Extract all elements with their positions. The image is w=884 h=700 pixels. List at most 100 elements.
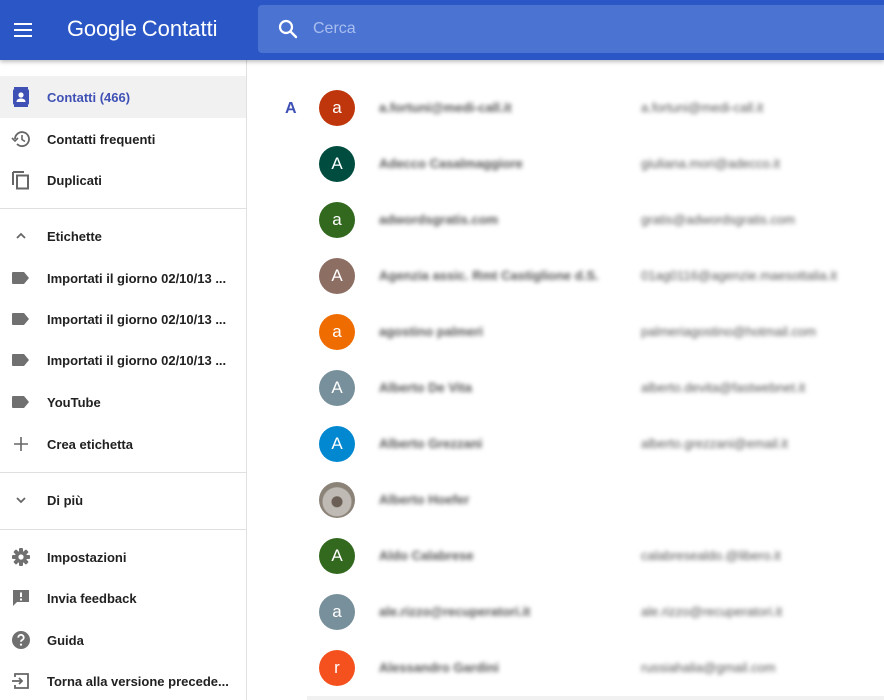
- contact-email: gratis@adwordsgratis.com: [641, 212, 796, 227]
- logo-google: Google: [67, 16, 137, 41]
- contact-row[interactable]: Alberto Hoefer: [307, 472, 884, 528]
- contact-row[interactable]: A Agenzia assic. Rmt Castiglione d.S. 01ag…: [307, 248, 884, 304]
- sidebar-item-label: YouTube: [47, 394, 101, 410]
- contacts-list: A a a.fortuni@medi-call.it a.fortuni@medi-…: [247, 60, 884, 700]
- contact-avatar: A: [319, 426, 355, 462]
- more-toggle[interactable]: Di più: [0, 479, 246, 521]
- contact-avatar: r: [319, 650, 355, 686]
- sidebar-item-label: Duplicati: [47, 172, 102, 188]
- contact-row[interactable]: A Adecco Casalmaggiore giuliana.mori@adecc…: [307, 136, 884, 192]
- feedback-icon: [11, 588, 31, 608]
- contact-name: Alberto De Vita: [379, 380, 472, 395]
- sidebar-label-item[interactable]: Importati il giorno 02/10/13 ...: [0, 298, 246, 340]
- contact-row[interactable]: A Aldo Calabrese calabresealdo.@libero.it: [307, 528, 884, 584]
- contact-name: Adecco Casalmaggiore: [379, 156, 523, 171]
- sidebar-divider: [0, 472, 246, 473]
- label-icon: [11, 350, 31, 370]
- contact-name: Alberto Grezzani: [379, 436, 483, 451]
- sidebar: Contatti (466) Contatti frequenti Duplic…: [0, 60, 247, 700]
- sidebar-item-label: Contatti frequenti: [47, 131, 156, 147]
- contact-email: ale.rizzo@recuperatori.it: [641, 604, 783, 619]
- logo-product: Contatti: [141, 16, 218, 41]
- contact-email: russiahalia@gmail.com: [641, 660, 776, 675]
- plus-icon: [11, 434, 31, 454]
- labels-section-toggle[interactable]: Etichette: [0, 215, 246, 257]
- sidebar-item-contacts[interactable]: Contatti (466): [0, 76, 246, 118]
- sidebar-item-label: Torna alla versione precede...: [47, 673, 229, 689]
- contact-email: palmeriagostino@hotmail.com: [641, 324, 817, 339]
- sidebar-divider: [0, 208, 246, 209]
- contact-email: 01ag0116@agenzie.maesottalia.it: [641, 268, 837, 283]
- contact-avatar: A: [319, 370, 355, 406]
- contact-email: alberto.grezzani@email.it: [641, 436, 788, 451]
- sidebar-item-label: Crea etichetta: [47, 436, 133, 452]
- duplicate-icon: [11, 170, 31, 190]
- chevron-up-icon: [11, 226, 31, 246]
- contact-avatar: A: [319, 146, 355, 182]
- contact-email: calabresealdo.@libero.it: [641, 548, 781, 563]
- sidebar-item-label: Di più: [47, 492, 84, 508]
- contact-email: a.fortuni@medi-call.it: [641, 100, 764, 115]
- contact-name: Agenzia assic. Rmt Castiglione d.S.: [379, 268, 599, 283]
- contact-name: Alberto Hoefer: [379, 492, 470, 507]
- gear-icon: [11, 547, 31, 567]
- sidebar-divider: [0, 529, 246, 530]
- sidebar-item-label: Contatti (466): [47, 89, 131, 105]
- contact-avatar: a: [319, 202, 355, 238]
- contact-row[interactable]: r Alessandro Gardini russiahalia@gmail.com: [307, 640, 884, 696]
- contact-avatar: A: [319, 258, 355, 294]
- contact-name: agostino palmeri: [379, 324, 484, 339]
- sidebar-item-settings[interactable]: Impostazioni: [0, 536, 246, 578]
- sidebar-label-item[interactable]: Importati il giorno 02/10/13 ...: [0, 257, 246, 299]
- contact-name: Aldo Calabrese: [379, 548, 474, 563]
- sidebar-item-old-version[interactable]: Torna alla versione precede...: [0, 660, 246, 700]
- contact-row[interactable]: a adwordsgratis.com gratis@adwordsgratis.c…: [307, 192, 884, 248]
- sidebar-item-label: Impostazioni: [47, 549, 127, 565]
- contact-name: ale.rizzo@recuperatori.it: [379, 604, 531, 619]
- contact-avatar: A: [319, 538, 355, 574]
- contact-name: adwordsgratis.com: [379, 212, 499, 227]
- search-bar[interactable]: [258, 5, 884, 53]
- sidebar-item-duplicates[interactable]: Duplicati: [0, 159, 246, 201]
- app-header: Google Contatti: [0, 0, 884, 60]
- sidebar-item-label: Importati il giorno 02/10/13 ...: [47, 270, 227, 286]
- sidebar-label-item[interactable]: Importati il giorno 02/10/13 ...: [0, 339, 246, 381]
- contact-row[interactable]: a agostino palmeri palmeriagostino@hotmail…: [307, 304, 884, 360]
- help-icon: [11, 630, 31, 650]
- app-logo[interactable]: Google Contatti: [67, 16, 218, 42]
- search-icon[interactable]: [276, 17, 300, 41]
- contact-name: Alessandro Gardini: [379, 660, 499, 675]
- contact-avatar: a: [319, 90, 355, 126]
- hamburger-menu-icon[interactable]: [10, 16, 38, 44]
- contact-row[interactable]: a a.fortuni@medi-call.it a.fortuni@medi-ca…: [307, 80, 884, 136]
- sidebar-item-label: Guida: [47, 632, 84, 648]
- list-scroll-edge: [307, 696, 884, 700]
- sidebar-item-frequent[interactable]: Contatti frequenti: [0, 118, 246, 160]
- contact-row[interactable]: a ale.rizzo@recuperatori.it ale.rizzo@recu…: [307, 584, 884, 640]
- chevron-down-icon: [11, 490, 31, 510]
- contact-avatar: a: [319, 314, 355, 350]
- labels-section-header: Etichette: [47, 228, 102, 244]
- sidebar-item-feedback[interactable]: Invia feedback: [0, 577, 246, 619]
- sidebar-item-label: Importati il giorno 02/10/13 ...: [47, 311, 227, 327]
- sidebar-item-label: Importati il giorno 02/10/13 ...: [47, 352, 227, 368]
- contact-email: giuliana.mori@adecco.it: [641, 156, 780, 171]
- contact-row[interactable]: A Alberto Grezzani alberto.grezzani@email.…: [307, 416, 884, 472]
- sidebar-label-item-youtube[interactable]: YouTube: [0, 381, 246, 423]
- sidebar-item-help[interactable]: Guida: [0, 619, 246, 661]
- sidebar-item-label: Invia feedback: [47, 590, 137, 606]
- contact-photo-avatar: [319, 482, 355, 518]
- contact-name: a.fortuni@medi-call.it: [379, 100, 512, 115]
- contact-avatar: a: [319, 594, 355, 630]
- history-icon: [11, 129, 31, 149]
- contact-email: alberto.devita@fastwebnet.it: [641, 380, 806, 395]
- exit-icon: [11, 671, 31, 691]
- section-letter: A: [285, 100, 297, 117]
- label-icon: [11, 392, 31, 412]
- label-icon: [11, 309, 31, 329]
- contact-row[interactable]: A Alberto De Vita alberto.devita@fastwebne…: [307, 360, 884, 416]
- contacts-icon: [11, 87, 31, 107]
- search-input[interactable]: [313, 15, 813, 43]
- label-icon: [11, 268, 31, 288]
- create-label-button[interactable]: Crea etichetta: [0, 423, 246, 465]
